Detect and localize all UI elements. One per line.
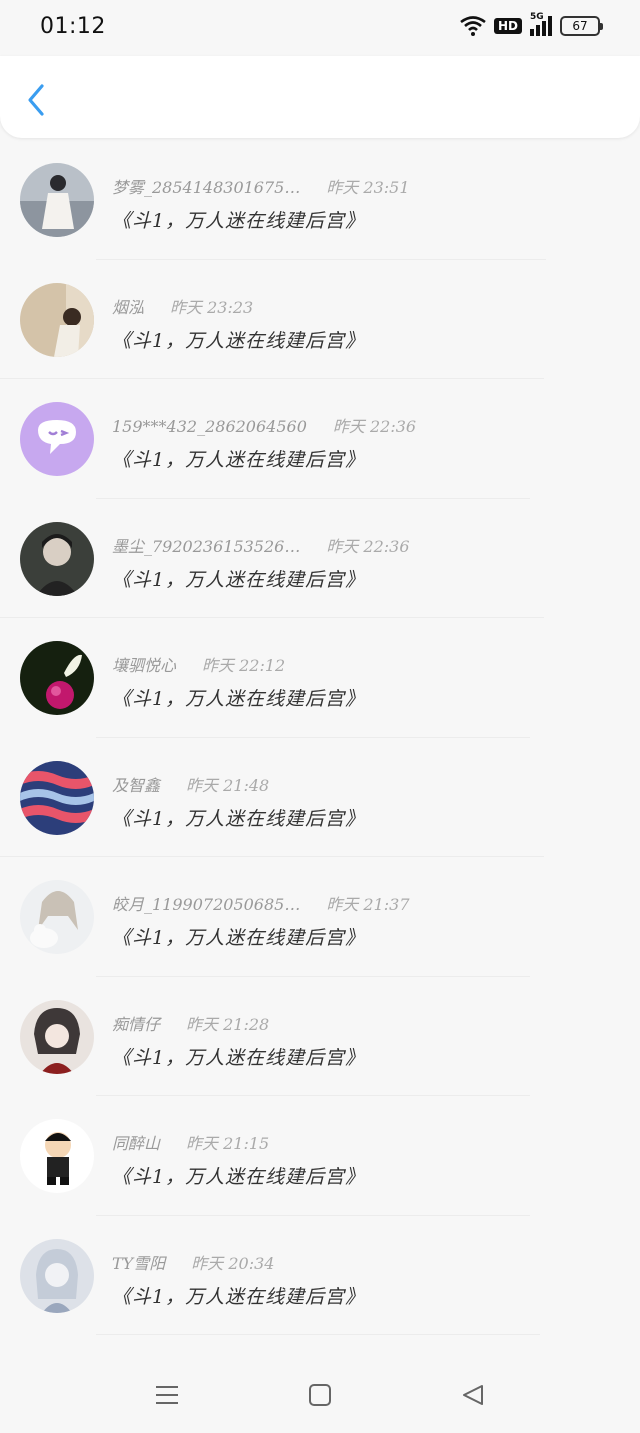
- book-title: 《斗1，万人迷在线建后宫》: [112, 1046, 366, 1069]
- user-name: 壤驷悦心: [112, 656, 177, 675]
- book-title: 《斗1，万人迷在线建后宫》: [112, 1166, 366, 1188]
- user-name: 梦雾_2854148301675…: [112, 178, 301, 197]
- status-time: 01:12: [40, 14, 106, 39]
- cellular-signal-icon: 5G: [530, 12, 552, 36]
- timestamp: 昨天 21:28: [186, 1014, 270, 1034]
- timestamp: 昨天 21:37: [326, 895, 410, 914]
- item-meta: 159***432_2862064560 昨天 22:36: [112, 413, 416, 437]
- back-button[interactable]: [18, 80, 54, 120]
- item-meta: 及智鑫 昨天 21:48: [112, 772, 269, 796]
- avatar[interactable]: [20, 880, 94, 954]
- user-name: 痴情仔: [112, 1014, 161, 1034]
- user-name: 墨尘_7920236153526…: [112, 536, 301, 556]
- list-item[interactable]: 墨尘_7920236153526… 昨天 22:36 《斗1，万人迷在线建后宫》: [0, 499, 640, 618]
- timestamp: 昨天 22:36: [326, 536, 410, 556]
- book-title: 《斗1，万人迷在线建后宫》: [112, 927, 366, 949]
- book-title: 《斗1，万人迷在线建后宫》: [112, 568, 366, 591]
- avatar[interactable]: [20, 760, 94, 835]
- user-name: 159***432_2862064560: [112, 417, 307, 436]
- wifi-icon: [460, 16, 486, 36]
- system-nav-bar: [0, 1360, 640, 1433]
- user-name: TY雪阳: [112, 1253, 166, 1273]
- system-back-button[interactable]: [453, 1380, 493, 1410]
- timestamp: 昨天 23:51: [326, 178, 410, 197]
- menu-icon: [156, 1386, 178, 1404]
- timestamp: 昨天 23:23: [170, 297, 254, 317]
- user-name: 及智鑫: [112, 775, 161, 795]
- avatar[interactable]: [20, 641, 94, 715]
- timestamp: 昨天 22:12: [202, 656, 286, 675]
- list-item[interactable]: 梦雾_2854148301675… 昨天 23:51 《斗1，万人迷在线建后宫》: [0, 140, 640, 260]
- avatar[interactable]: [20, 521, 94, 596]
- item-meta: TY雪阳 昨天 20:34: [112, 1250, 274, 1274]
- timestamp: 昨天 21:15: [186, 1134, 270, 1153]
- battery-level: 67: [572, 19, 588, 33]
- book-title: 《斗1，万人迷在线建后宫》: [112, 688, 366, 710]
- timestamp: 昨天 21:48: [186, 775, 270, 795]
- user-name: 同醉山: [112, 1134, 161, 1153]
- timestamp: 昨天 20:34: [191, 1253, 275, 1273]
- list-item[interactable]: 壤驷悦心 昨天 22:12 《斗1，万人迷在线建后宫》: [0, 618, 640, 738]
- item-meta: 烟泓 昨天 23:23: [112, 294, 253, 318]
- item-meta: 皎月_1199072050685… 昨天 21:37: [112, 891, 410, 915]
- back-triangle-icon: [463, 1385, 483, 1405]
- list-item[interactable]: TY雪阳 昨天 20:34 《斗1，万人迷在线建后宫》: [0, 1216, 640, 1335]
- avatar[interactable]: [20, 1238, 94, 1313]
- home-square-icon: [309, 1384, 331, 1406]
- book-title: 《斗1，万人迷在线建后宫》: [112, 1285, 366, 1308]
- status-bar: 01:12 HD 5G 67: [0, 0, 640, 56]
- avatar[interactable]: [20, 282, 94, 357]
- avatar[interactable]: [20, 402, 94, 476]
- item-meta: 墨尘_7920236153526… 昨天 22:36: [112, 533, 410, 557]
- item-meta: 痴情仔 昨天 21:28: [112, 1011, 269, 1035]
- user-name: 烟泓: [112, 297, 145, 317]
- item-meta: 同醉山 昨天 21:15: [112, 1130, 269, 1154]
- avatar[interactable]: [20, 163, 94, 237]
- message-list: 梦雾_2854148301675… 昨天 23:51 《斗1，万人迷在线建后宫》…: [0, 140, 640, 1335]
- list-item[interactable]: 159***432_2862064560 昨天 22:36 《斗1，万人迷在线建…: [0, 379, 640, 499]
- network-type-label: 5G: [530, 12, 544, 22]
- chevron-left-icon: [28, 84, 44, 116]
- header: [0, 56, 640, 138]
- divider: [96, 1334, 540, 1335]
- item-meta: 壤驷悦心 昨天 22:12: [112, 652, 285, 676]
- battery-icon: 67: [560, 16, 603, 36]
- list-item[interactable]: 皎月_1199072050685… 昨天 21:37 《斗1，万人迷在线建后宫》: [0, 857, 640, 977]
- book-title: 《斗1，万人迷在线建后宫》: [112, 807, 366, 830]
- book-title: 《斗1，万人迷在线建后宫》: [112, 449, 366, 471]
- home-button[interactable]: [300, 1380, 340, 1410]
- book-title: 《斗1，万人迷在线建后宫》: [112, 210, 366, 232]
- hd-badge: HD: [493, 18, 522, 34]
- list-item[interactable]: 烟泓 昨天 23:23 《斗1，万人迷在线建后宫》: [0, 260, 640, 379]
- status-icons: HD 5G 67: [460, 12, 603, 36]
- list-item[interactable]: 及智鑫 昨天 21:48 《斗1，万人迷在线建后宫》: [0, 738, 640, 857]
- item-meta: 梦雾_2854148301675… 昨天 23:51: [112, 174, 410, 198]
- user-name: 皎月_1199072050685…: [112, 895, 301, 914]
- avatar[interactable]: [20, 999, 94, 1074]
- list-item[interactable]: 痴情仔 昨天 21:28 《斗1，万人迷在线建后宫》: [0, 977, 640, 1096]
- list-item[interactable]: 同醉山 昨天 21:15 《斗1，万人迷在线建后宫》: [0, 1096, 640, 1216]
- menu-button[interactable]: [147, 1380, 187, 1410]
- timestamp: 昨天 22:36: [332, 417, 417, 436]
- avatar[interactable]: [20, 1119, 94, 1193]
- book-title: 《斗1，万人迷在线建后宫》: [112, 329, 366, 352]
